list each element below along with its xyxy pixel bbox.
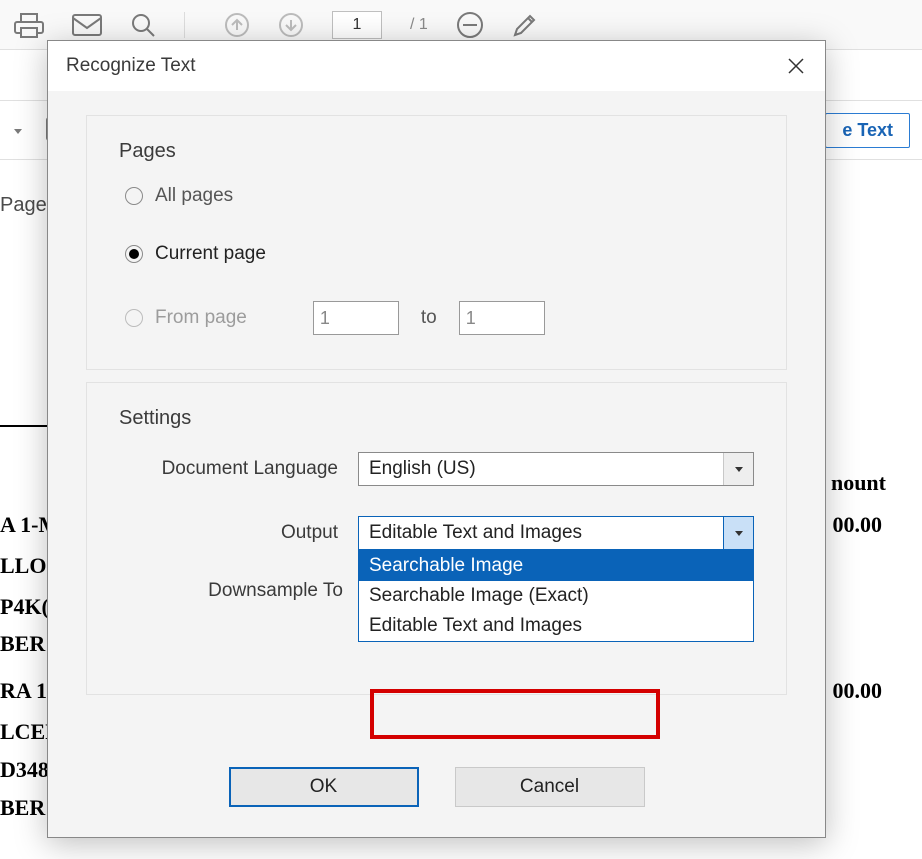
from-page-label: From page [155, 307, 247, 329]
dialog-title: Recognize Text [66, 55, 781, 77]
recognize-text-button[interactable]: e Text [825, 113, 910, 148]
output-option-searchable-exact[interactable]: Searchable Image (Exact) [359, 581, 753, 611]
search-icon[interactable] [130, 12, 156, 38]
chevron-down-icon [723, 453, 753, 485]
fit-icon[interactable] [456, 11, 484, 39]
mail-icon[interactable] [72, 14, 102, 36]
dropdown-caret-icon[interactable] [12, 121, 22, 139]
downsample-label: Downsample To [119, 580, 363, 602]
bg-hr [0, 425, 48, 427]
language-row: Document Language English (US) [119, 452, 754, 486]
all-pages-radio[interactable]: All pages [125, 185, 754, 207]
settings-group-title: Settings [119, 407, 754, 430]
bg-doc-line: D348 [0, 757, 49, 783]
up-arrow-icon[interactable] [224, 12, 250, 38]
close-button[interactable] [781, 51, 811, 81]
cancel-button[interactable]: Cancel [455, 767, 645, 807]
language-label: Document Language [119, 458, 358, 480]
language-combo[interactable]: English (US) [358, 452, 754, 486]
bg-doc-line: BER: [0, 631, 53, 657]
output-label: Output [119, 522, 358, 544]
current-page-label: Current page [155, 243, 266, 265]
output-combo[interactable]: Editable Text and Images Searchable Imag… [358, 516, 754, 550]
output-option-searchable-image[interactable]: Searchable Image [359, 551, 753, 581]
settings-group: Settings Document Language English (US) … [86, 382, 787, 695]
page-sep: / 1 [410, 16, 428, 34]
bg-doc-line: LLO( [0, 553, 54, 579]
toolbar-divider [184, 12, 196, 38]
chevron-down-icon [723, 517, 753, 549]
annotation-highlight-box [370, 689, 660, 739]
to-page-input[interactable] [459, 301, 545, 335]
pencil-icon[interactable] [512, 12, 538, 38]
output-row: Output Editable Text and Images Searchab… [119, 516, 754, 550]
to-label: to [421, 307, 437, 329]
bg-doc-value: 00.00 [833, 512, 883, 538]
output-option-editable[interactable]: Editable Text and Images [359, 611, 753, 641]
all-pages-label: All pages [155, 185, 233, 207]
from-page-input[interactable] [313, 301, 399, 335]
page-tools-label: Page [0, 194, 47, 217]
bg-doc-line: P4K( [0, 594, 49, 620]
bg-doc-value: 00.00 [833, 678, 883, 704]
bg-doc-header: nount [831, 470, 886, 496]
pages-group: Pages All pages Current page From page t… [86, 115, 787, 370]
down-arrow-icon[interactable] [278, 12, 304, 38]
radio-icon [125, 245, 143, 263]
dialog-body: Pages All pages Current page From page t… [48, 91, 825, 767]
dialog-titlebar: Recognize Text [48, 41, 825, 91]
pages-group-title: Pages [119, 140, 754, 163]
from-page-radio[interactable]: From page to [125, 301, 754, 335]
print-icon[interactable] [14, 12, 44, 38]
output-dropdown-list: Searchable Image Searchable Image (Exact… [358, 550, 754, 642]
language-value: English (US) [359, 458, 723, 480]
page-number-input[interactable] [332, 11, 382, 39]
bg-doc-line: BER: [0, 795, 53, 821]
radio-icon [125, 187, 143, 205]
recognize-text-dialog: Recognize Text Pages All pages Current p… [47, 40, 826, 838]
close-icon [787, 57, 805, 75]
current-page-radio[interactable]: Current page [125, 243, 754, 265]
radio-icon [125, 309, 143, 327]
dialog-buttons: OK Cancel [48, 767, 825, 837]
output-value: Editable Text and Images [359, 522, 723, 544]
ok-button[interactable]: OK [229, 767, 419, 807]
